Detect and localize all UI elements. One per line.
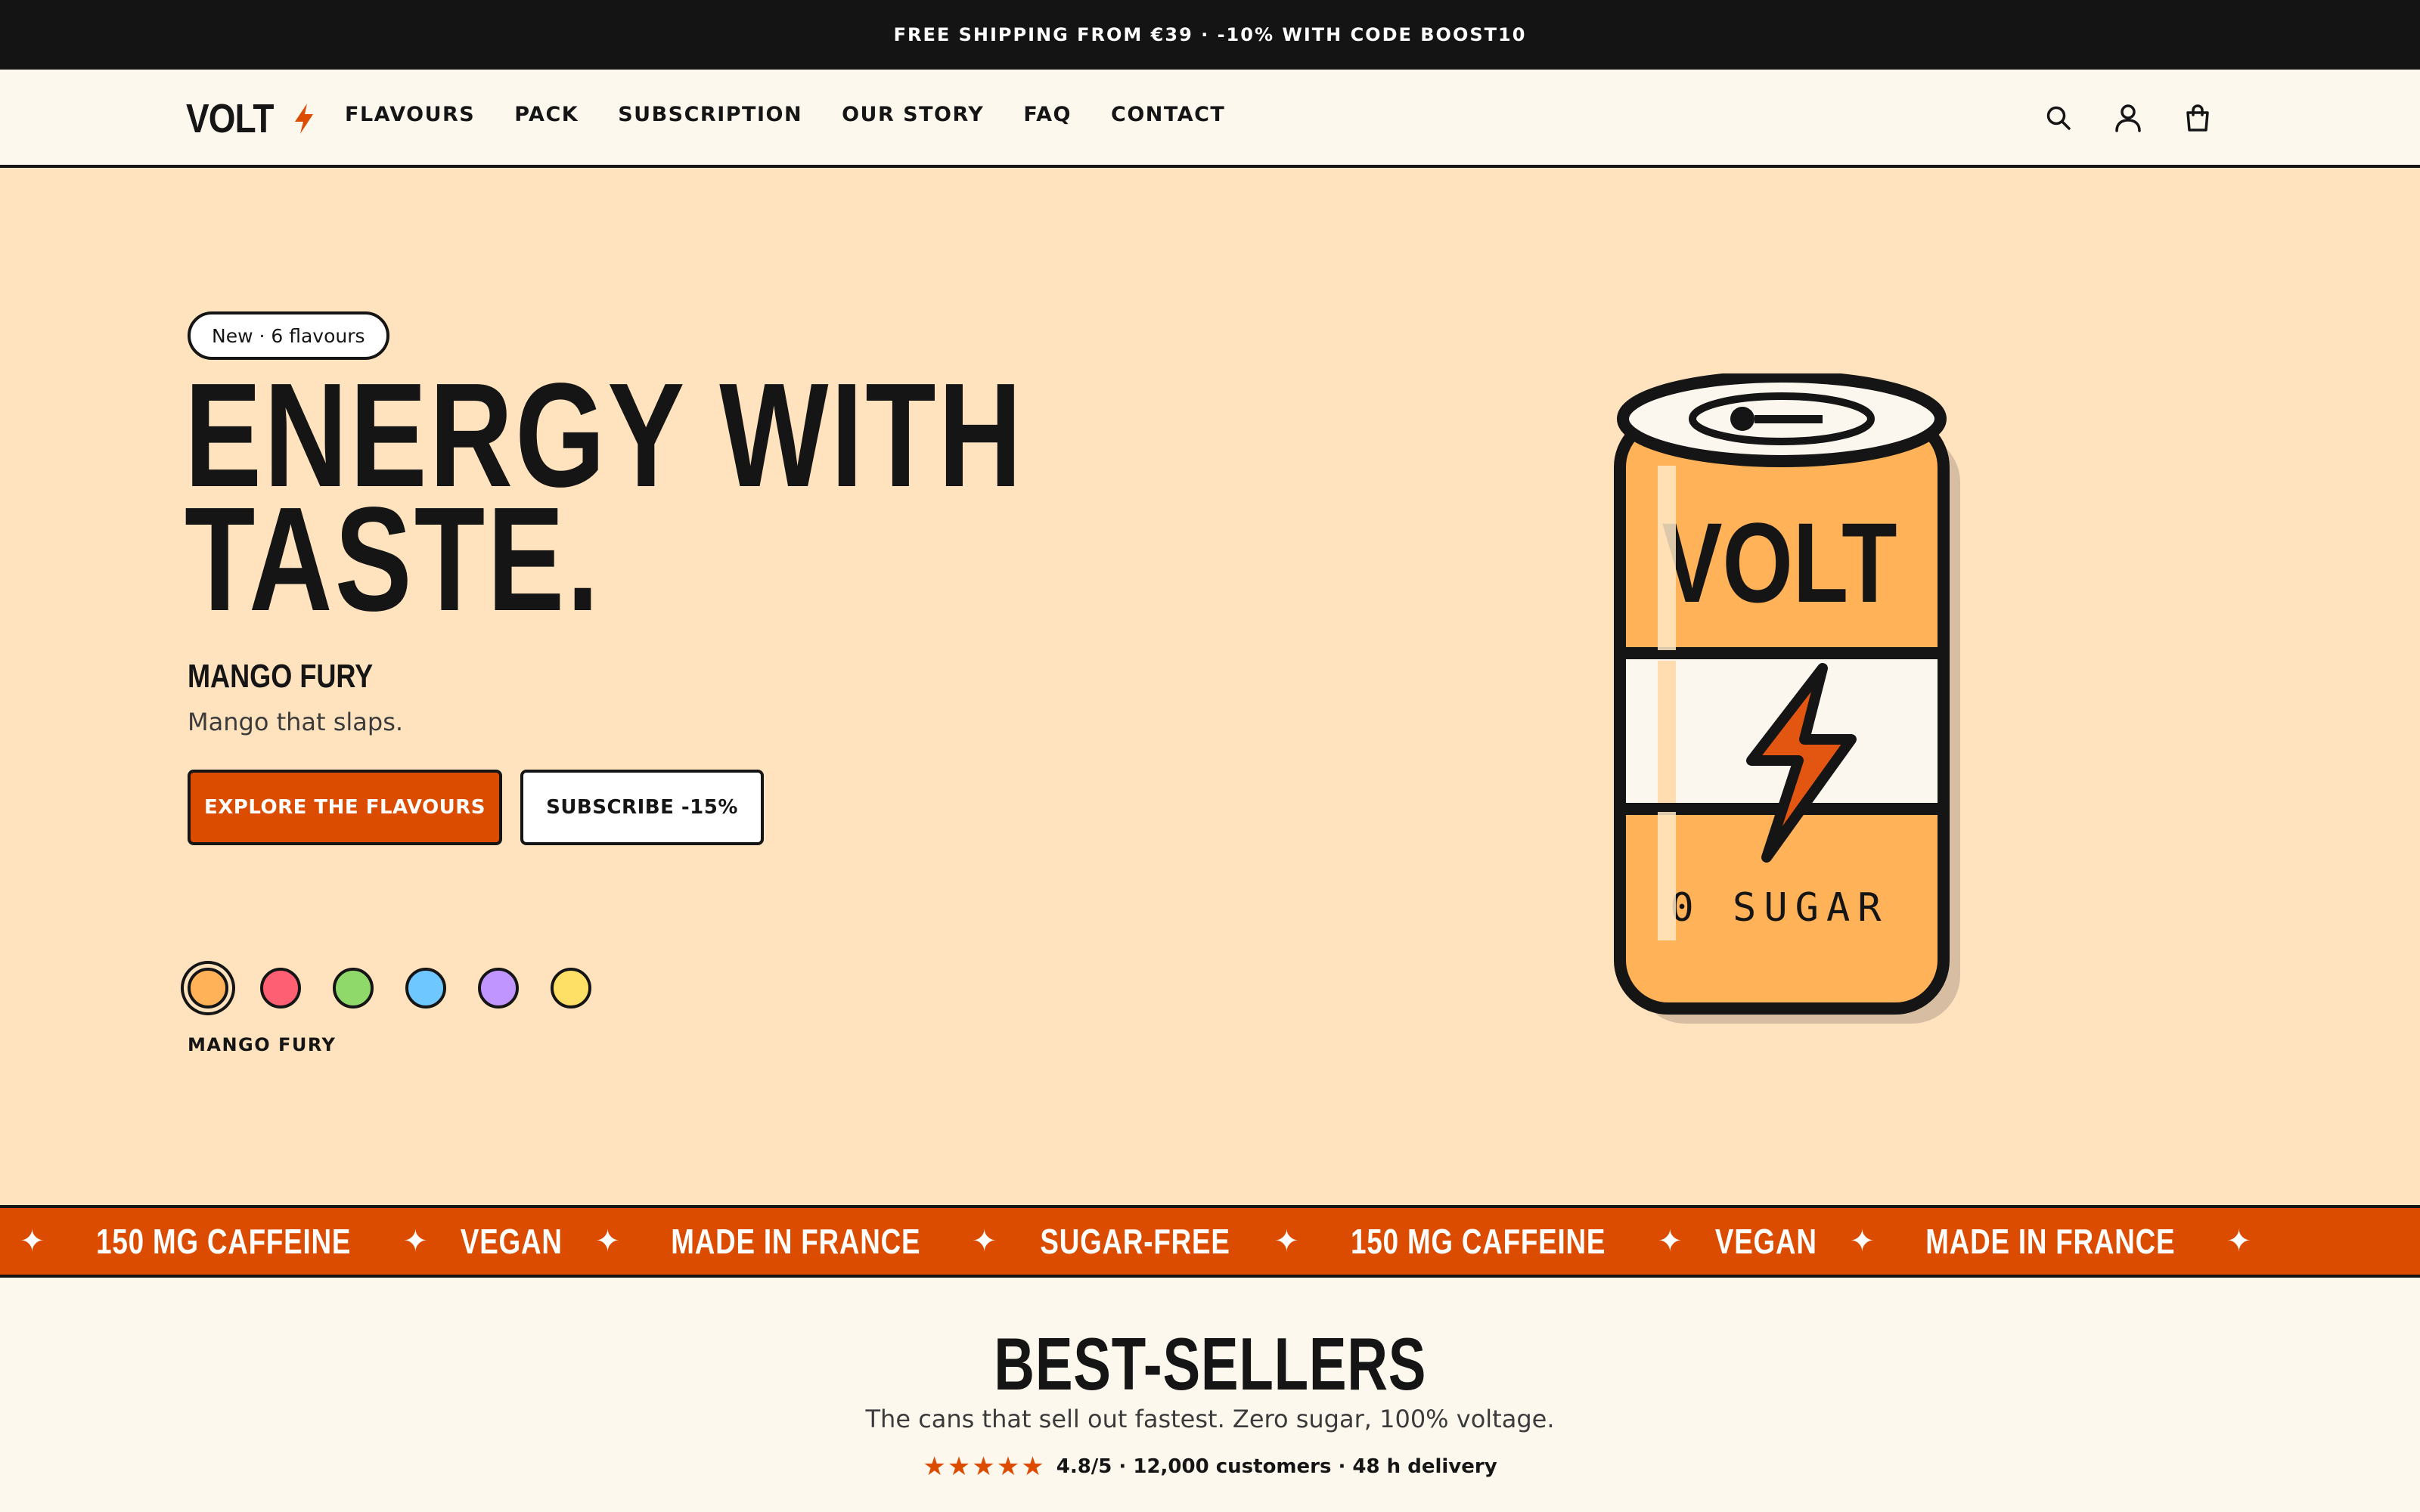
marquee-item: 150 MG CAFFEINE [1351,1222,1606,1261]
site-header: VOLT FLAVOURS PACK SUBSCRIPTION OUR STOR… [0,70,2420,168]
marquee-item: MADE IN FRANCE [671,1222,921,1261]
nav-faq[interactable]: FAQ [1023,103,1072,126]
subscribe-button[interactable]: SUBSCRIBE -15% [520,770,764,845]
sparkle-icon: ✦ [19,1224,45,1259]
swatch-green[interactable] [333,968,374,1009]
selected-flavor-label: MANGO FURY [188,1034,337,1055]
nav-flavours[interactable]: FLAVOURS [345,103,475,126]
brand-logo[interactable]: VOLT [186,92,318,145]
sparkle-icon: ✦ [1849,1224,1876,1259]
announcement-bar: FREE SHIPPING FROM €39 · -10% WITH CODE … [0,0,2420,70]
swatch-purple[interactable] [478,968,519,1009]
nav-our-story[interactable]: OUR STORY [842,103,984,126]
sparkle-icon: ✦ [1657,1224,1683,1259]
headline-line-2: TASTE. [185,476,601,642]
header-actions [2040,100,2216,136]
can-claim-text: 0 SUGAR [1670,885,1888,931]
nav-contact[interactable]: CONTACT [1111,103,1225,126]
flavor-swatches [188,968,591,1009]
nav-subscription[interactable]: SUBSCRIPTION [618,103,802,126]
marquee-item: MADE IN FRANCE [1925,1222,2176,1261]
nav-pack[interactable]: PACK [514,103,579,126]
bestsellers-subtitle: The cans that sell out fastest. Zero sug… [865,1405,1555,1433]
marquee-item: 150 MG CAFFEINE [96,1222,352,1261]
hero-section: New · 6 flavours ENERGY WITH TASTE. MANG… [0,168,2420,1207]
marquee-item: SUGAR-FREE [1040,1222,1231,1261]
swatch-blue[interactable] [405,968,446,1009]
bestsellers-title: BEST-SELLERS [0,1321,2420,1407]
cart-icon[interactable] [2180,100,2216,136]
sparkle-icon: ✦ [594,1224,621,1259]
rating-row: ★★★★★ 4.8/5 · 12,000 customers · 48 h de… [0,1452,2420,1482]
sparkle-icon: ✦ [2226,1224,2252,1259]
rating-text: 4.8/5 · 12,000 customers · 48 h delivery [1056,1455,1497,1478]
swatch-pink[interactable] [260,968,301,1009]
sparkle-icon: ✦ [971,1224,997,1259]
account-icon[interactable] [2110,100,2146,136]
swatch-yellow[interactable] [551,968,591,1009]
brand-name: VOLT [186,96,274,141]
sparkle-icon: ✦ [1274,1224,1300,1259]
flavor-tagline: Mango that slaps. [188,708,404,736]
marquee-item: VEGAN [461,1222,563,1261]
search-icon[interactable] [2040,100,2077,136]
explore-flavours-button[interactable]: EXPLORE THE FLAVOURS [188,770,502,845]
bolt-icon [294,104,313,134]
bestsellers-title-text: BEST-SELLERS [994,1322,1426,1405]
marquee-track: E ✦ 150 MG CAFFEINE ✦ VEGAN ✦ MADE IN FR… [0,1208,2282,1275]
sparkle-icon: ✦ [402,1224,429,1259]
swatch-mango[interactable] [188,968,228,1009]
main-nav: FLAVOURS PACK SUBSCRIPTION OUR STORY FAQ… [345,103,1264,126]
announcement-text: FREE SHIPPING FROM €39 · -10% WITH CODE … [893,24,1527,45]
flavor-name: MANGO FURY [188,658,374,695]
hero-headline: ENERGY WITH TASTE. [185,361,1024,634]
star-rating-icon: ★★★★★ [923,1452,1046,1482]
can-brand-text: VOLT [1661,499,1897,626]
feature-marquee: E ✦ 150 MG CAFFEINE ✦ VEGAN ✦ MADE IN FR… [0,1205,2420,1278]
energy-can-illustration: VOLT 0 SUGAR [1614,373,1960,1024]
marquee-item: VEGAN [1714,1222,1817,1261]
